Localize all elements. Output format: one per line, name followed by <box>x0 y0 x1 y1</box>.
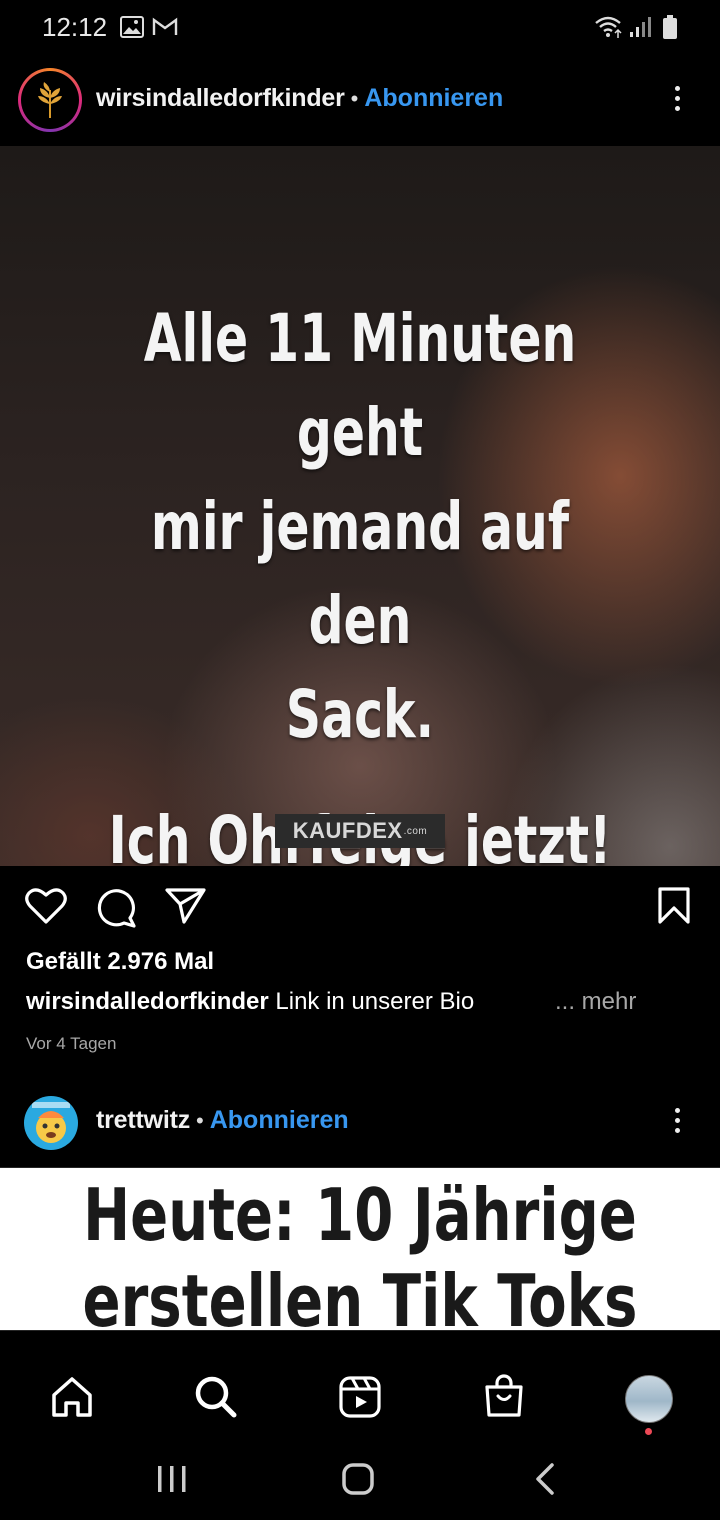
watermark-text: KAUFDEX <box>292 818 403 843</box>
post-header: wirsindalledorfkinder • Abonnieren <box>0 56 720 146</box>
caption-username[interactable]: wirsindalledorfkinder <box>26 988 269 1015</box>
avatar[interactable] <box>18 68 82 132</box>
quote-line: Alle 11 Minuten geht <box>143 300 577 471</box>
wifi-icon <box>595 16 622 38</box>
back-icon[interactable] <box>530 1462 560 1496</box>
likes-count[interactable]: Gefällt 2.976 Mal <box>26 948 214 976</box>
more-options-icon[interactable] <box>675 1108 685 1138</box>
separator-dot: • <box>196 1107 204 1133</box>
share-icon[interactable] <box>164 886 208 926</box>
post-actions <box>0 866 720 946</box>
image-quote: Alle 11 Minuten geht mir jemand auf den … <box>94 292 627 866</box>
post-image[interactable]: Heute: 10 Jährige erstellen Tik Toks <box>0 1168 720 1330</box>
home-button-icon[interactable] <box>340 1462 376 1496</box>
more-options-icon[interactable] <box>675 86 685 116</box>
home-icon[interactable] <box>50 1375 94 1419</box>
heart-icon[interactable] <box>24 886 68 926</box>
quote-line: Heute: 10 Jährige <box>83 1173 637 1257</box>
more-link[interactable]: ... mehr <box>555 988 636 1016</box>
post-timestamp: Vor 4 Tagen <box>26 1034 117 1053</box>
search-icon[interactable] <box>194 1375 238 1419</box>
notification-dot <box>645 1428 652 1435</box>
quote-line: Sack. <box>285 676 435 753</box>
watermark: KAUFDEX .com <box>275 814 445 848</box>
caption-text: Link in unserer Bio <box>275 988 475 1015</box>
post-username[interactable]: wirsindalledorfkinder <box>96 84 345 113</box>
quote-line: erstellen Tik Toks <box>82 1259 638 1330</box>
recent-apps-icon[interactable] <box>154 1462 190 1496</box>
signal-icon <box>630 17 651 37</box>
caption: wirsindalledorfkinder Link in unserer Bi… <box>26 988 566 1016</box>
watermark-suffix: .com <box>403 825 428 837</box>
system-nav-bar <box>0 1440 720 1520</box>
follow-button[interactable]: Abonnieren <box>210 1106 349 1135</box>
status-time: 12:12 <box>42 12 108 42</box>
shop-icon[interactable] <box>482 1373 526 1419</box>
bottom-nav <box>0 1330 720 1441</box>
post2-header: trettwitz • Abonnieren <box>96 1106 349 1135</box>
separator-dot: • <box>350 85 359 111</box>
image-quote: Heute: 10 Jährige erstellen Tik Toks <box>79 1172 641 1330</box>
avatar[interactable] <box>24 1096 78 1150</box>
quote-line: mir jemand auf den <box>150 488 570 659</box>
profile-avatar[interactable] <box>625 1375 673 1423</box>
image-icon <box>120 16 144 38</box>
post-username[interactable]: trettwitz <box>96 1106 190 1135</box>
reels-icon[interactable] <box>338 1375 382 1419</box>
comment-icon[interactable] <box>94 886 138 928</box>
follow-button[interactable]: Abonnieren <box>364 84 503 113</box>
bookmark-icon[interactable] <box>656 886 692 926</box>
wheat-logo-icon <box>38 82 62 118</box>
emoji-avatar-icon <box>32 1102 70 1143</box>
post-image[interactable]: Alle 11 Minuten geht mir jemand auf den … <box>0 146 720 866</box>
status-bar: 12:12 <box>0 0 720 56</box>
gmail-icon <box>152 17 178 35</box>
battery-icon <box>663 15 677 39</box>
